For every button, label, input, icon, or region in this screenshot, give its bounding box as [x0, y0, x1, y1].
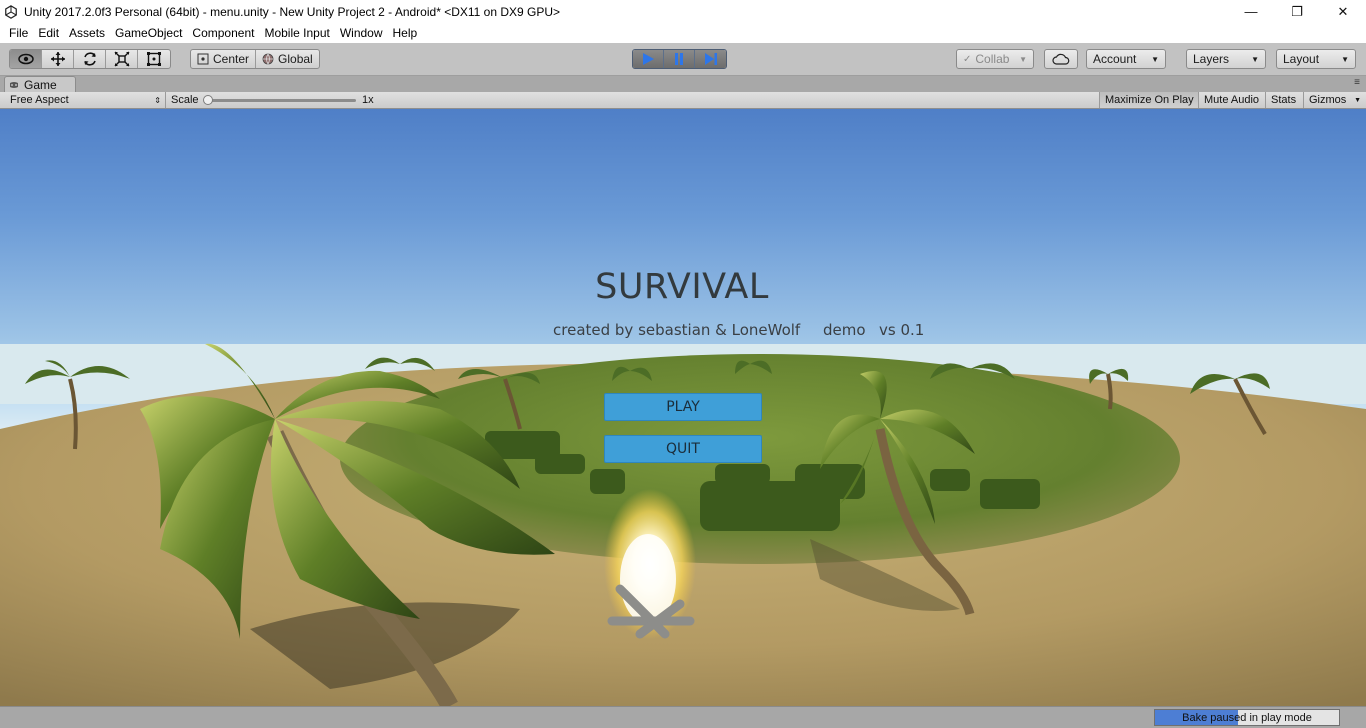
- pivot-center-toggle[interactable]: Center: [191, 50, 257, 68]
- scale-value: 1x: [362, 94, 374, 106]
- scale-tool-icon: [114, 51, 129, 67]
- demo-label: demo: [823, 321, 866, 339]
- game-view-toolbar: Free Aspect ⇕ Scale 1x Maximize On Play …: [0, 92, 1366, 109]
- account-label: Account: [1093, 52, 1137, 66]
- space-label: Global: [278, 52, 313, 66]
- maximize-button[interactable]: ❐: [1274, 0, 1320, 23]
- stats-toggle[interactable]: Stats: [1265, 92, 1301, 108]
- menu-help[interactable]: Help: [388, 23, 423, 43]
- game-quit-button[interactable]: QUIT: [604, 435, 762, 463]
- bake-progress-bar[interactable]: Bake paused in play mode: [1154, 709, 1340, 726]
- play-button[interactable]: [633, 50, 664, 68]
- layout-dropdown[interactable]: Layout ▼: [1276, 49, 1356, 69]
- window-title: Unity 2017.2.0f3 Personal (64bit) - menu…: [24, 4, 561, 19]
- tab-game[interactable]: Game: [4, 76, 76, 92]
- menu-edit[interactable]: Edit: [33, 23, 64, 43]
- view-tool-button[interactable]: [10, 50, 42, 68]
- panel-menu-icon[interactable]: ≡: [1354, 77, 1360, 88]
- scale-label: Scale: [171, 94, 199, 106]
- menu-file[interactable]: File: [4, 23, 33, 43]
- layers-label: Layers: [1193, 52, 1230, 66]
- minimize-button[interactable]: —: [1228, 0, 1274, 23]
- chevron-down-icon: ▼: [1251, 54, 1259, 64]
- chevron-down-icon: ▼: [1341, 54, 1349, 64]
- transform-tools: [9, 49, 171, 69]
- version-label: vs 0.1: [879, 321, 925, 339]
- rect-tool-icon: [147, 52, 161, 66]
- status-bar: Bake paused in play mode: [0, 706, 1366, 728]
- scale-slider-track[interactable]: [206, 99, 356, 102]
- scale-slider-thumb[interactable]: [203, 95, 213, 105]
- updown-chevron-icon: ⇕: [154, 95, 161, 105]
- collab-label: Collab: [975, 52, 1010, 66]
- step-icon: [704, 53, 717, 65]
- gizmos-label: Gizmos: [1309, 94, 1347, 106]
- window-title-bar: Unity 2017.2.0f3 Personal (64bit) - menu…: [0, 0, 1366, 23]
- layout-label: Layout: [1283, 52, 1320, 66]
- chevron-down-icon: ▼: [1151, 54, 1159, 64]
- move-tool-button[interactable]: [42, 50, 74, 68]
- close-button[interactable]: ✕: [1320, 0, 1366, 23]
- pivot-controls: Center Global: [190, 49, 320, 69]
- panel-tab-bar: Game ≡: [0, 76, 1366, 92]
- cloud-button[interactable]: [1044, 49, 1078, 69]
- pause-button[interactable]: [664, 50, 695, 68]
- rect-tool-button[interactable]: [138, 50, 170, 68]
- layers-dropdown[interactable]: Layers ▼: [1186, 49, 1266, 69]
- chevron-down-icon: ▼: [1354, 96, 1361, 104]
- rotate-tool-button[interactable]: [74, 50, 106, 68]
- game-title: SURVIVAL: [595, 267, 769, 307]
- collab-dropdown[interactable]: ✓ Collab ▼: [956, 49, 1034, 69]
- globe-icon: [262, 53, 274, 65]
- menu-mobile-input[interactable]: Mobile Input: [259, 23, 334, 43]
- credits-text: created by sebastian & LoneWolf: [553, 321, 801, 339]
- menu-gameobject[interactable]: GameObject: [110, 23, 187, 43]
- account-dropdown[interactable]: Account ▼: [1086, 49, 1166, 69]
- menu-bar: File Edit Assets GameObject Component Mo…: [0, 23, 1366, 43]
- scale-tool-button[interactable]: [106, 50, 138, 68]
- menu-assets[interactable]: Assets: [64, 23, 110, 43]
- view-tool-icon: [17, 53, 34, 65]
- game-viewport[interactable]: SURVIVAL created by sebastian & LoneWolf…: [0, 109, 1366, 706]
- pause-icon: [675, 53, 683, 65]
- game-play-button[interactable]: PLAY: [604, 393, 762, 421]
- rotate-tool-icon: [83, 52, 96, 66]
- pivot-icon: [197, 53, 209, 65]
- maximize-on-play-toggle[interactable]: Maximize On Play: [1099, 92, 1199, 108]
- gizmos-dropdown[interactable]: Gizmos ▼: [1303, 92, 1366, 108]
- aspect-label: Free Aspect: [10, 94, 69, 106]
- mute-audio-toggle[interactable]: Mute Audio: [1198, 92, 1264, 108]
- play-icon: [643, 53, 654, 65]
- game-credits: created by sebastian & LoneWolf demo vs …: [553, 321, 924, 339]
- pivot-label: Center: [213, 52, 250, 66]
- chevron-down-icon: ▼: [1019, 54, 1027, 64]
- cloud-icon: [1052, 53, 1070, 65]
- play-controls: [632, 49, 727, 69]
- move-tool-icon: [50, 52, 65, 66]
- menu-window[interactable]: Window: [335, 23, 388, 43]
- game-controller-icon: [10, 81, 18, 88]
- main-toolbar: Center Global ✓ Collab ▼ Account ▼ Layer…: [0, 43, 1366, 76]
- menu-component[interactable]: Component: [187, 23, 259, 43]
- tab-game-label: Game: [24, 77, 57, 92]
- aspect-dropdown[interactable]: Free Aspect ⇕: [0, 92, 166, 108]
- step-button[interactable]: [695, 50, 726, 68]
- collab-check-icon: ✓: [963, 53, 972, 65]
- unity-logo-icon: [5, 4, 17, 19]
- bake-status-label: Bake paused in play mode: [1182, 711, 1312, 724]
- pivot-global-toggle[interactable]: Global: [256, 50, 319, 68]
